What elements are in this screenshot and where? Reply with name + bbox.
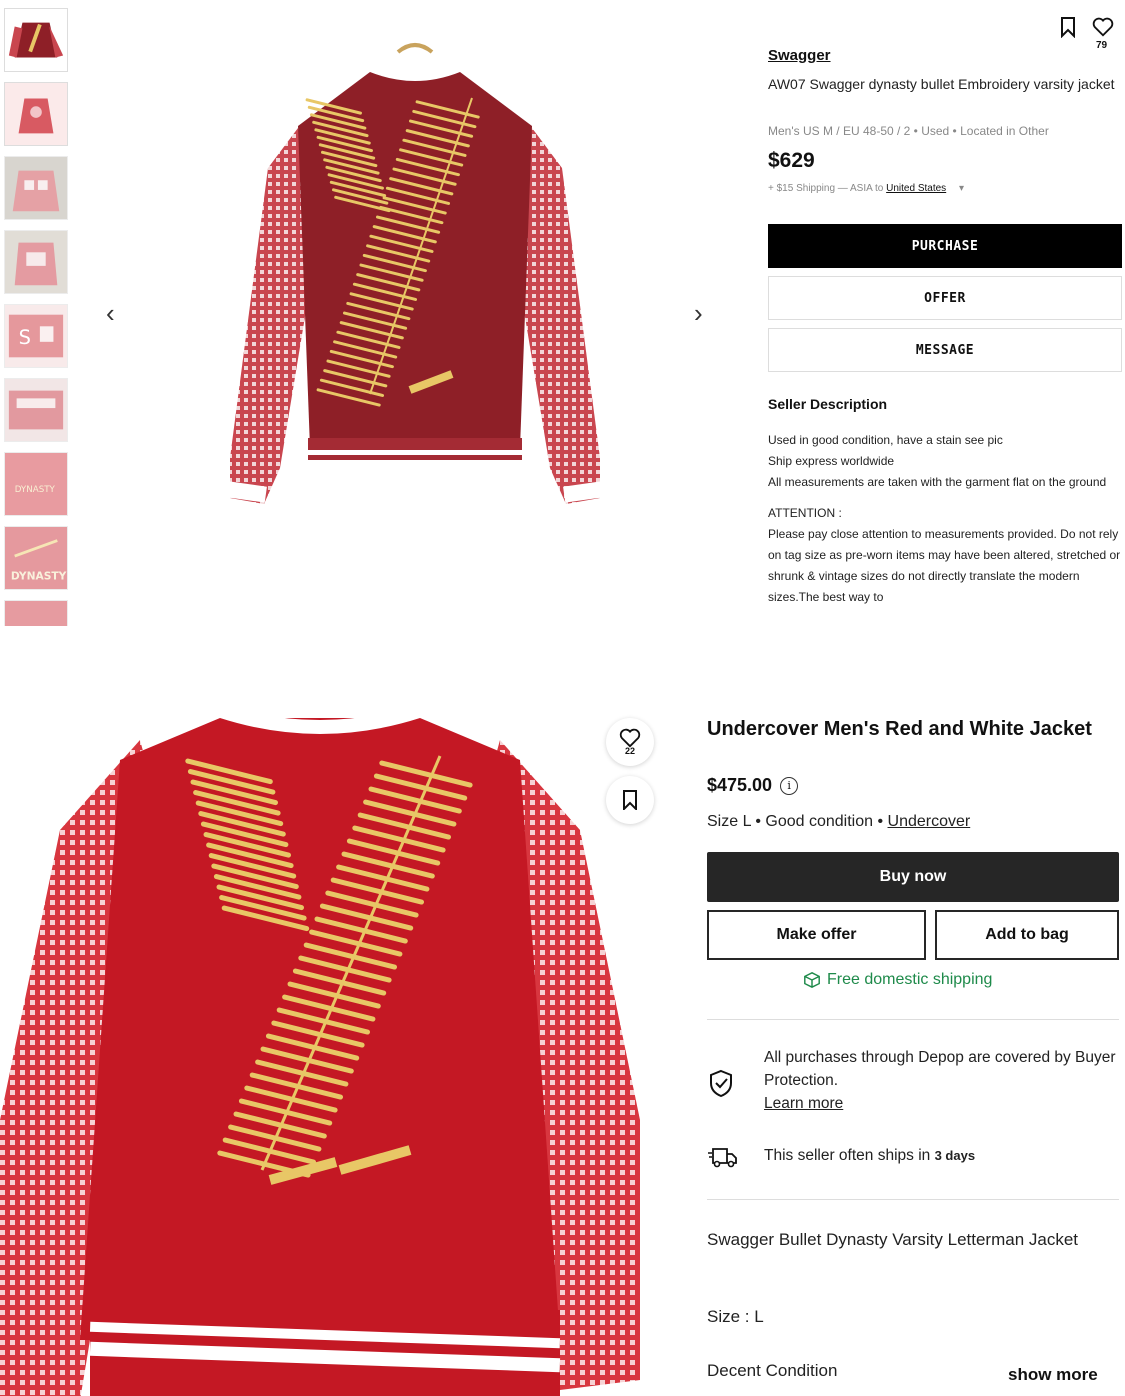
chevron-right-icon[interactable]: › (694, 298, 703, 329)
top-action-icons: 79 (1058, 16, 1118, 56)
thumbnail-image: S (5, 305, 67, 367)
thumbnail-text: DYNASTY (11, 569, 67, 582)
listing-meta: Men's US M / EU 48-50 / 2 • Used • Locat… (768, 124, 1049, 138)
shipping-info: + $15 Shipping — ASIA to United States ▾ (768, 183, 964, 194)
thumbnail-3[interactable] (4, 156, 68, 220)
seller-name-link[interactable]: Swagger (768, 47, 831, 64)
thumbnail-4[interactable] (4, 230, 68, 294)
buy-now-button[interactable]: Buy now (707, 852, 1119, 902)
description-line: Used in good condition, have a stain see… (768, 433, 1003, 447)
add-to-bag-button[interactable]: Add to bag (935, 910, 1119, 960)
info-icon[interactable]: i (780, 776, 799, 795)
listing-title: AW07 Swagger dynasty bullet Embroidery v… (768, 76, 1115, 92)
delivery-truck-icon (708, 1148, 737, 1168)
product-main-image (0, 706, 640, 1396)
brand-link[interactable]: Undercover (888, 813, 971, 830)
like-count: 79 (1096, 40, 1108, 51)
thumbnail-1[interactable] (4, 8, 68, 72)
message-button[interactable]: MESSAGE (768, 328, 1122, 372)
thumbnail-5[interactable]: S (4, 304, 68, 368)
free-shipping-text: Free domestic shipping (827, 971, 993, 988)
thumbnail-image: DYNASTY (5, 527, 67, 589)
bookmark-icon (623, 790, 637, 810)
buyer-protection-text: All purchases through Depop are covered … (764, 1049, 1116, 1089)
bottom-listing-panel: 22 Undercover Men's Red and White Jacket… (0, 690, 1125, 1396)
listing-attributes: Size L • Good condition • Undercover (707, 813, 971, 830)
thumbnail-7[interactable]: DYNASTY (4, 452, 68, 516)
show-more-button[interactable]: show more (1008, 1365, 1098, 1385)
free-shipping-note: Free domestic shipping (803, 971, 992, 989)
heart-icon[interactable] (1092, 16, 1114, 38)
thumbnail-image (5, 157, 67, 219)
thumbnail-image (5, 601, 67, 626)
description-line: ATTENTION : (768, 506, 842, 520)
description-size: Size : L (707, 1307, 764, 1326)
shipping-country-link[interactable]: United States (886, 183, 946, 194)
thumbnail-text: DYNASTY (15, 485, 56, 495)
seller-description: Used in good condition, have a stain see… (768, 430, 1123, 608)
thumbnail-6[interactable] (4, 378, 68, 442)
thumbnail-image (5, 9, 67, 71)
shield-check-icon (710, 1069, 732, 1098)
thumbnail-image (5, 231, 67, 293)
description-line: Please pay close attention to measuremen… (768, 527, 1121, 604)
thumbnail-2[interactable] (4, 82, 68, 146)
like-count: 22 (624, 746, 635, 756)
box-icon (804, 971, 820, 989)
heart-icon (619, 728, 641, 748)
shipping-days: 3 days (934, 1148, 976, 1163)
make-offer-button[interactable]: Make offer (707, 910, 926, 960)
top-listing-panel: S DYNASTY DYNASTY ‹ › 79 Swagger AW07 Sw… (0, 0, 1125, 626)
thumbnail-image (5, 83, 67, 145)
thumbnail-image (5, 379, 67, 441)
thumbnail-8[interactable]: DYNASTY (4, 526, 68, 590)
save-button[interactable] (606, 776, 654, 824)
listing-price: $629 (768, 149, 815, 172)
condition-attribute: Good condition (765, 813, 874, 830)
shipping-speed-text: This seller often ships in (764, 1147, 935, 1164)
product-main-image (227, 43, 603, 504)
description-condition: Decent Condition (707, 1361, 838, 1380)
purchase-button[interactable]: PURCHASE (768, 224, 1122, 268)
listing-description: Swagger Bullet Dynasty Varsity Letterman… (707, 1230, 1079, 1249)
thumbnail-image: DYNASTY (5, 453, 67, 515)
like-button[interactable]: 22 (606, 718, 654, 766)
svg-text:S: S (19, 326, 31, 349)
learn-more-link[interactable]: Learn more (764, 1095, 843, 1112)
shipping-text: + $15 Shipping — ASIA to (768, 183, 887, 194)
listing-title: Undercover Men's Red and White Jacket (707, 718, 1092, 740)
divider (707, 1019, 1119, 1020)
thumbnail-strip: S DYNASTY DYNASTY (0, 8, 72, 626)
listing-price: $475.00 (707, 775, 773, 795)
description-line: Ship express worldwide (768, 454, 895, 468)
offer-button[interactable]: OFFER (768, 276, 1122, 320)
description-line: All measurements are taken with the garm… (768, 475, 1107, 489)
chevron-down-icon[interactable]: ▾ (959, 183, 964, 194)
size-attribute: Size L (707, 813, 751, 830)
seller-description-heading: Seller Description (768, 396, 888, 412)
chevron-left-icon[interactable]: ‹ (106, 298, 115, 329)
shipping-speed: This seller often ships in 3 days (764, 1147, 975, 1165)
divider (707, 1199, 1119, 1200)
thumbnail-9[interactable] (4, 600, 68, 626)
listing-price-row: $475.00 i (707, 775, 799, 796)
buyer-protection: All purchases through Depop are covered … (764, 1046, 1119, 1115)
bookmark-icon[interactable] (1058, 16, 1078, 38)
